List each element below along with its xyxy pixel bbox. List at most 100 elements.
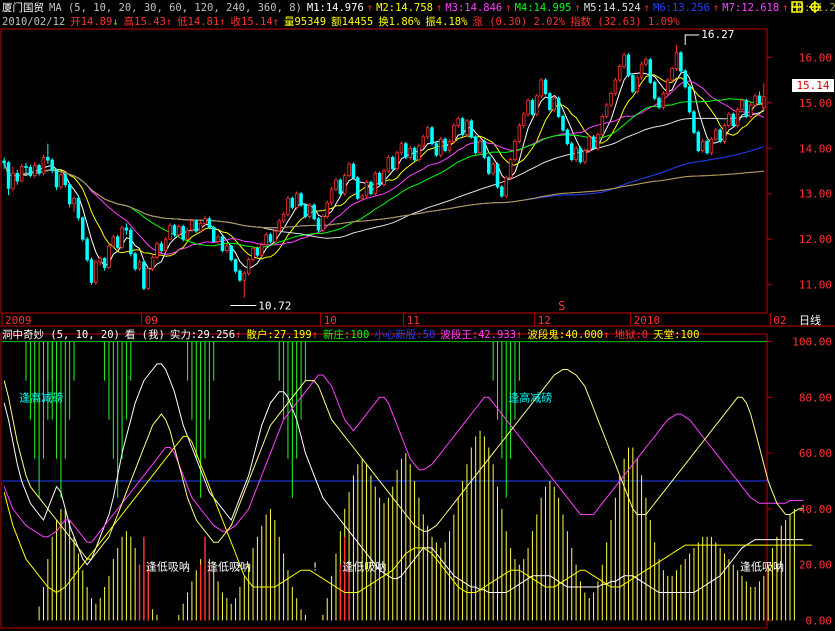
candle-body bbox=[177, 226, 181, 236]
price-tick-label: 11.00 bbox=[799, 279, 832, 292]
candle-body bbox=[334, 179, 338, 190]
indicator-retail-dir: ↑ bbox=[311, 329, 319, 341]
candle-body bbox=[369, 181, 373, 195]
candle-body bbox=[225, 245, 229, 251]
candle-body bbox=[246, 259, 251, 274]
candle-body bbox=[19, 166, 24, 182]
candle-body bbox=[155, 243, 159, 258]
high-marker-line bbox=[684, 34, 700, 46]
candle-body bbox=[452, 125, 456, 142]
candle-body bbox=[133, 253, 137, 270]
candle-body bbox=[609, 93, 613, 106]
indicator-tick-label: 80.00 bbox=[799, 391, 832, 404]
candle-body bbox=[46, 156, 50, 161]
high-marker-label: 16.27 bbox=[701, 28, 734, 41]
candle-body bbox=[447, 141, 452, 151]
candle-body bbox=[63, 174, 68, 186]
ma-params: MA (5, 10, 20, 30, 60, 120, 240, 360, 8) bbox=[49, 2, 302, 14]
candle-body bbox=[565, 129, 570, 145]
candle-body bbox=[172, 225, 177, 236]
candle-body bbox=[211, 226, 216, 242]
candle-body bbox=[294, 193, 299, 208]
candle-body bbox=[50, 159, 54, 171]
quote-open: 开14.89 bbox=[70, 16, 113, 28]
candle-body bbox=[709, 138, 714, 154]
candle-body bbox=[657, 97, 661, 108]
ma-dir-m1: ↑ bbox=[366, 2, 374, 14]
candle-body bbox=[41, 156, 46, 174]
candle-body bbox=[338, 179, 343, 195]
candle-body bbox=[360, 195, 364, 199]
ma-value-m3: M3:14.846 bbox=[445, 2, 503, 14]
candle-body bbox=[639, 63, 644, 79]
quote-open-dir: ↓ bbox=[112, 16, 119, 28]
candle-body bbox=[578, 147, 583, 163]
candle-body bbox=[373, 172, 378, 195]
indicator-name[interactable]: 洞中奇妙 (5, 10, 20) bbox=[2, 329, 120, 341]
candle-body bbox=[644, 59, 648, 65]
stock-name[interactable]: 厦门国贸 bbox=[2, 2, 44, 14]
candle-body bbox=[24, 166, 28, 168]
indicator-view[interactable]: 看 (我) bbox=[125, 329, 165, 341]
candle-body bbox=[508, 159, 513, 179]
candle-body bbox=[679, 52, 683, 72]
low-marker-label: 10.72 bbox=[258, 299, 291, 312]
candle-body bbox=[731, 113, 736, 126]
top-signal-label: 逢高减磅 bbox=[19, 390, 63, 404]
candle-body bbox=[469, 120, 474, 138]
candle-body bbox=[696, 131, 701, 151]
candle-body bbox=[198, 222, 203, 232]
candle-body bbox=[652, 81, 657, 99]
candle-body bbox=[692, 111, 696, 133]
candle-body bbox=[181, 226, 185, 240]
indicator-wave-king: 波段王:42.933 bbox=[440, 329, 517, 341]
ma-value-m4: M4:14.995 bbox=[514, 2, 572, 14]
candle-body bbox=[251, 247, 255, 261]
candle-body bbox=[11, 172, 15, 189]
candle-body bbox=[207, 218, 212, 228]
candle-body bbox=[168, 225, 172, 240]
candle-body bbox=[303, 204, 308, 217]
ma-dir-m4: ↑ bbox=[574, 2, 581, 14]
candle-body bbox=[425, 127, 430, 138]
ma-value-m6: M6:13.256 bbox=[653, 2, 710, 14]
candle-body bbox=[107, 245, 111, 268]
candle-body bbox=[28, 166, 33, 176]
candle-body bbox=[600, 116, 605, 136]
candle-body bbox=[120, 227, 124, 248]
candle-body bbox=[54, 169, 59, 188]
candle-body bbox=[159, 243, 164, 251]
candle-body bbox=[674, 52, 679, 70]
candle-body bbox=[666, 79, 670, 95]
candle-body bbox=[2, 160, 6, 164]
date-tick-label: 10 bbox=[324, 314, 337, 327]
stock-chart[interactable]: 16.0015.0014.0013.0012.0011.00100.0080.0… bbox=[0, 0, 835, 631]
quote-close-dir: ↑ bbox=[272, 16, 279, 28]
bottom-signal-label: 逢低吸呐 bbox=[207, 561, 251, 574]
candle-body bbox=[661, 93, 666, 108]
quote-high-dir: ↑ bbox=[165, 16, 173, 28]
lock-icon[interactable] bbox=[790, 0, 804, 14]
candle-body bbox=[513, 141, 517, 161]
price-tick-label: 12.00 bbox=[799, 233, 832, 246]
quote-high: 高15.43 bbox=[123, 16, 166, 28]
ma-header: 厦门国贸 MA (5, 10, 20, 30, 60, 120, 240, 360… bbox=[2, 1, 835, 15]
candle-body bbox=[142, 261, 146, 289]
candle-body bbox=[229, 245, 233, 261]
price-tick-label: 16.00 bbox=[799, 51, 832, 64]
candle-body bbox=[72, 197, 76, 205]
candle-body bbox=[268, 234, 273, 242]
candle-body bbox=[552, 97, 557, 110]
period-label: 日线 bbox=[799, 313, 821, 327]
candle-body bbox=[491, 163, 495, 174]
candle-body bbox=[264, 234, 268, 246]
candle-body bbox=[748, 104, 753, 117]
crosshair-icon[interactable] bbox=[808, 0, 822, 14]
candle-body bbox=[714, 129, 718, 140]
price-tick-label: 14.00 bbox=[799, 142, 832, 155]
indicator-strength-dir: ↑ bbox=[235, 329, 242, 341]
candle-body bbox=[194, 220, 199, 232]
quote-amount: 额14455 bbox=[331, 16, 374, 28]
candle-body bbox=[718, 129, 722, 142]
candle-body bbox=[150, 257, 155, 270]
